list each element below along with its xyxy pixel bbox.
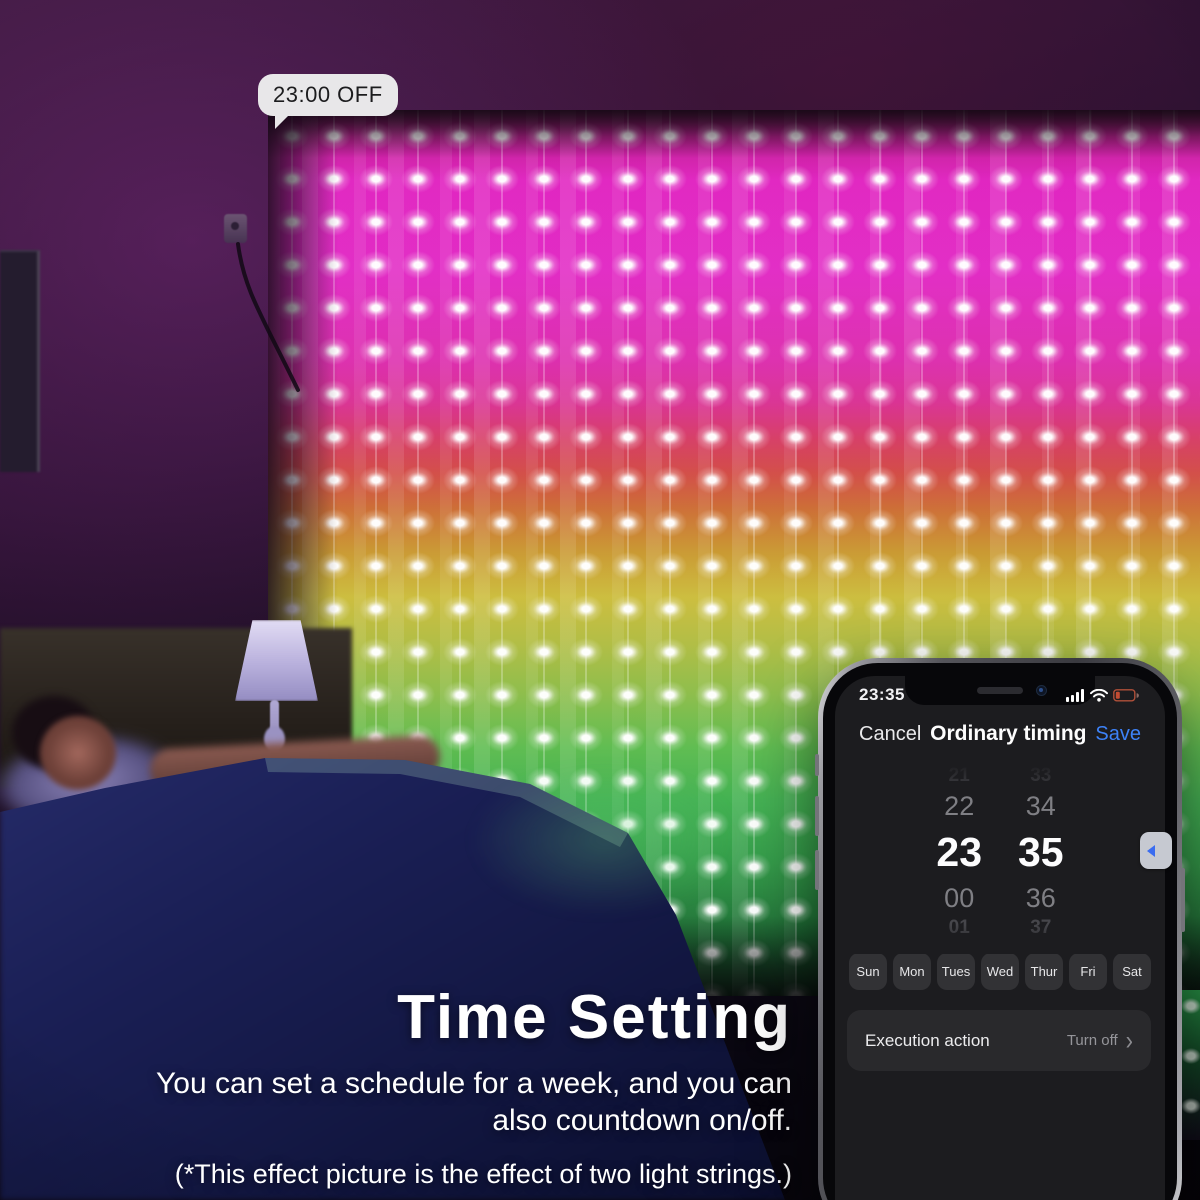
execution-action-label: Execution action	[865, 1031, 990, 1051]
save-button[interactable]: Save	[1095, 723, 1141, 746]
mute-switch	[815, 754, 819, 776]
day-button-sat[interactable]: Sat	[1113, 953, 1151, 990]
minute-option-selected: 35	[1018, 824, 1064, 880]
day-button-sun[interactable]: Sun	[849, 953, 887, 990]
plug-socket-hole	[231, 222, 239, 230]
power-button	[1181, 868, 1185, 932]
phone-bezel: 23:35	[823, 663, 1177, 1200]
volume-up-button	[815, 796, 819, 836]
hour-option: 01	[949, 916, 970, 940]
caption-heading: Time Setting	[112, 985, 792, 1050]
wifi-icon	[1090, 689, 1108, 702]
left-arrow-icon	[1147, 845, 1155, 857]
caption-body-line1: You can set a schedule for a week, and y…	[112, 1066, 792, 1103]
volume-down-button	[815, 850, 819, 890]
led-curtain-edge	[1181, 990, 1200, 1140]
execution-action-row[interactable]: Execution action Turn off ›	[847, 1010, 1151, 1071]
page-title: Ordinary timing	[930, 722, 1086, 746]
day-button-mon[interactable]: Mon	[893, 953, 931, 990]
day-button-thur[interactable]: Thur	[1025, 953, 1063, 990]
phone-mockup: 23:35	[818, 658, 1182, 1200]
execution-action-value-group: Turn off ›	[1067, 1032, 1133, 1049]
minute-option: 33	[1030, 764, 1051, 788]
day-button-tues[interactable]: Tues	[937, 953, 975, 990]
time-picker: 21 22 23 00 01 33 34 35 36 37	[835, 764, 1165, 954]
status-icons	[1066, 689, 1139, 702]
app-nav-bar: Cancel Ordinary timing Save	[835, 722, 1165, 746]
status-time: 23:35	[859, 685, 905, 705]
execution-action-value: Turn off	[1067, 1032, 1118, 1049]
battery-low-icon	[1113, 689, 1139, 702]
cancel-button[interactable]: Cancel	[859, 723, 921, 746]
minute-wheel[interactable]: 33 34 35 36 37	[1018, 764, 1064, 954]
timer-app-screen: 23:35	[835, 676, 1165, 1200]
chevron-right-icon: ›	[1126, 1032, 1133, 1050]
status-bar: 23:35	[835, 685, 1165, 705]
day-button-fri[interactable]: Fri	[1069, 953, 1107, 990]
hour-option: 21	[949, 764, 970, 788]
minute-option: 36	[1026, 880, 1056, 916]
hour-wheel[interactable]: 21 22 23 00 01	[936, 764, 982, 954]
schedule-callout-bubble: 23:00 OFF	[258, 74, 398, 116]
picture-frame	[0, 250, 40, 472]
schedule-callout-label: 23:00 OFF	[273, 82, 383, 108]
hour-option: 22	[944, 788, 974, 824]
product-showcase-image: 23:00 OFF Time Setting You can set a sch…	[0, 0, 1200, 1200]
power-cord	[210, 230, 320, 410]
caption-block: Time Setting You can set a schedule for …	[112, 985, 792, 1190]
caption-footnote: (*This effect picture is the effect of t…	[112, 1159, 792, 1190]
slide-out-tab[interactable]	[1140, 832, 1172, 869]
sleeping-person-face	[40, 716, 116, 790]
hour-option-selected: 23	[936, 824, 982, 880]
hour-option: 00	[944, 880, 974, 916]
minute-option: 34	[1026, 788, 1056, 824]
caption-body-line2: also countdown on/off.	[112, 1103, 792, 1140]
weekday-selector: Sun Mon Tues Wed Thur Fri Sat	[835, 953, 1165, 990]
duvet-green-glow	[470, 765, 740, 915]
minute-option: 37	[1030, 916, 1051, 940]
signal-bars-icon	[1066, 689, 1085, 702]
day-button-wed[interactable]: Wed	[981, 953, 1019, 990]
